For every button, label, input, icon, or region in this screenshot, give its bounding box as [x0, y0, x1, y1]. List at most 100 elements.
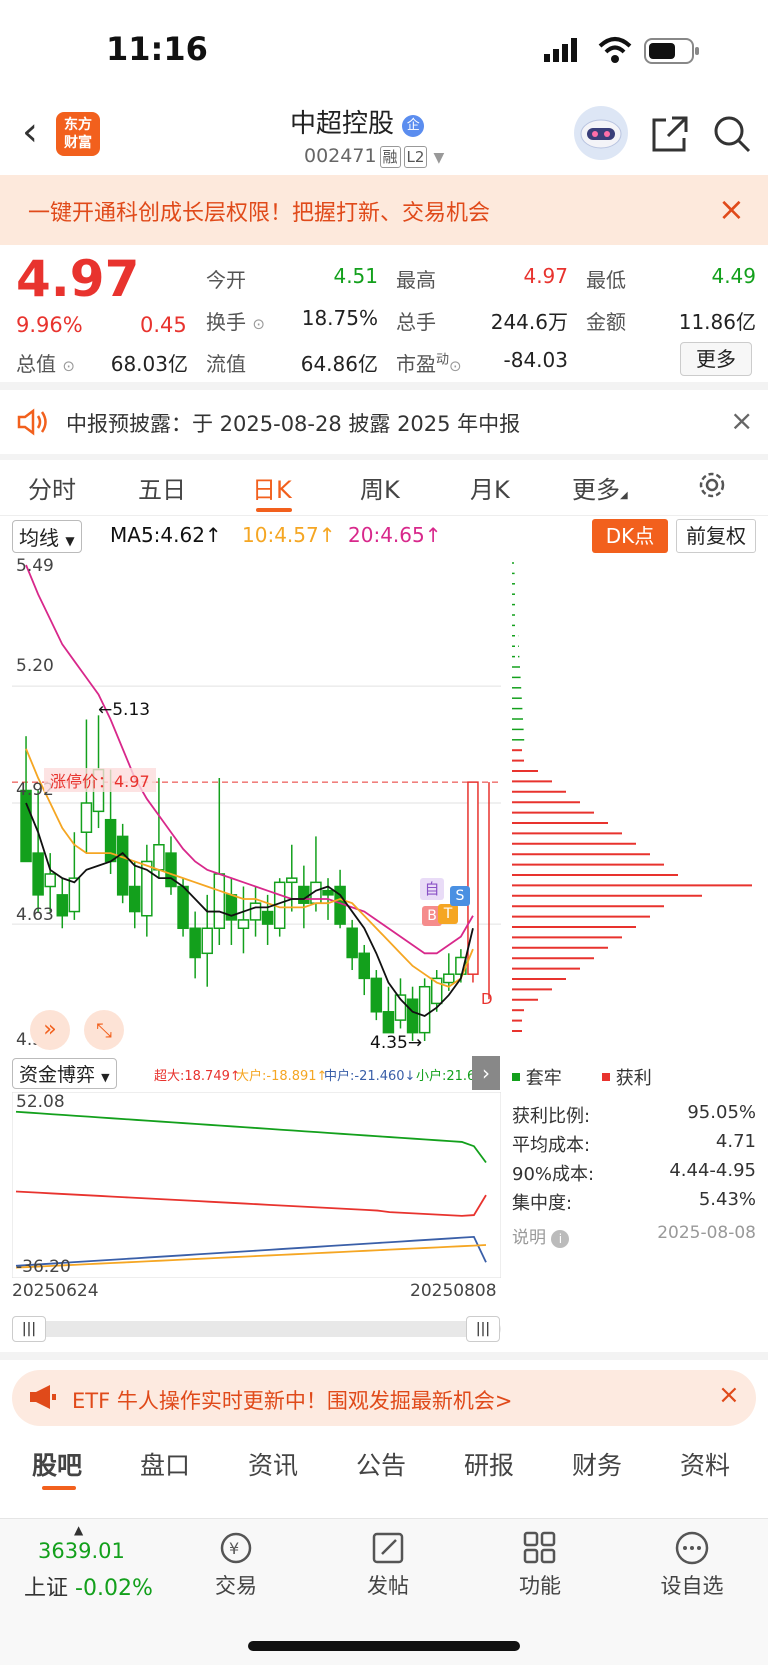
fund-selector[interactable]: 资金博弈 ▼: [12, 1058, 117, 1089]
dock-add-watchlist[interactable]: 设自选: [642, 1570, 742, 1600]
chip-note[interactable]: 说明 i: [512, 1223, 570, 1248]
value-high: 4.97: [523, 264, 568, 288]
tab-more-label: 更多: [572, 476, 620, 504]
robot-avatar-icon[interactable]: [574, 106, 628, 160]
signal-d: D: [481, 990, 493, 1008]
back-icon[interactable]: ‹: [22, 112, 52, 152]
candle-body: [44, 873, 56, 888]
tab-news[interactable]: 资讯: [248, 1446, 298, 1482]
chip-note-label: 说明: [512, 1228, 546, 1248]
label-total-cap-text: 总值: [16, 352, 56, 376]
label-pe: 市盈动⊙: [396, 348, 462, 377]
y-tick-4: 4.63: [16, 905, 54, 925]
search-icon[interactable]: [712, 114, 752, 154]
dk-point-button[interactable]: DK点: [592, 519, 668, 553]
dropdown-icon: ▼: [433, 150, 445, 166]
stock-name-text: 中超控股: [290, 109, 395, 139]
stat-concentration-label: 集中度:: [512, 1193, 573, 1214]
promo-close-icon[interactable]: ×: [718, 190, 745, 228]
signal-t[interactable]: T: [438, 904, 458, 924]
dock-trade[interactable]: 交易: [186, 1570, 286, 1600]
stat-avg-cost-label: 平均成本:: [512, 1135, 591, 1156]
range-handle-left[interactable]: |||: [12, 1316, 46, 1342]
start-date: 20250624: [12, 1281, 99, 1301]
settings-gear-icon[interactable]: [696, 469, 728, 501]
tab-profile[interactable]: 资料: [680, 1446, 730, 1482]
candle-body: [370, 977, 383, 1013]
etf-banner-text[interactable]: ETF 牛人操作实时更新中！围观发掘最新机会>: [72, 1385, 512, 1415]
app-logo[interactable]: 东方 财富: [56, 112, 100, 156]
limit-price-label: 涨停价：4.97: [44, 768, 156, 792]
notice-close-icon[interactable]: ×: [730, 404, 753, 437]
tab-forum[interactable]: 股吧: [32, 1446, 82, 1482]
ma10-value: 10:4.57↑: [242, 523, 336, 547]
candle-body: [32, 852, 44, 896]
index-line[interactable]: 上证 -0.02%: [24, 1570, 153, 1602]
tab-financials[interactable]: 财务: [572, 1446, 622, 1482]
stat-avg-cost-value: 4.71: [715, 1131, 756, 1152]
watchlist-icon[interactable]: [674, 1530, 710, 1566]
index-up-icon: ▲: [74, 1523, 84, 1537]
adjust-button[interactable]: 前复权: [676, 519, 756, 553]
signal-s[interactable]: S: [450, 886, 470, 906]
info-icon[interactable]: ⊙: [252, 315, 265, 333]
fund-bottom-value: -36.20: [16, 1257, 71, 1277]
candle-body: [249, 902, 262, 921]
tab-five-day[interactable]: 五日: [138, 470, 186, 505]
label-turnover-text: 换手: [206, 310, 246, 334]
caret-down-icon: ▼: [101, 1071, 110, 1084]
info-icon[interactable]: ⊙: [449, 357, 462, 375]
tab-announcements[interactable]: 公告: [356, 1446, 406, 1482]
divider: [0, 1352, 768, 1360]
profit-legend-label: 获利: [615, 1068, 652, 1089]
trade-icon[interactable]: ¥: [218, 1530, 254, 1566]
fund-small-line: [15, 1110, 487, 1164]
fullscreen-icon[interactable]: ⤡: [84, 1010, 124, 1050]
index-value[interactable]: 3639.01: [38, 1539, 125, 1563]
tab-daily-k[interactable]: 日K: [252, 470, 292, 505]
more-button[interactable]: 更多: [680, 342, 752, 376]
candle-body: [201, 927, 213, 955]
tab-more[interactable]: 更多◢: [572, 470, 628, 505]
share-icon[interactable]: [650, 114, 690, 154]
ma-selector[interactable]: 均线 ▼: [12, 520, 82, 553]
tab-weekly-k[interactable]: 周K: [360, 470, 400, 505]
tab-orderbook[interactable]: 盘口: [140, 1446, 190, 1482]
tab-intraday[interactable]: 分时: [28, 470, 76, 505]
caret-down-icon: ▼: [65, 534, 75, 548]
dock-post[interactable]: 发帖: [338, 1570, 438, 1600]
dock-functions[interactable]: 功能: [490, 1570, 590, 1600]
tab-reports[interactable]: 研报: [464, 1446, 514, 1482]
etf-close-icon[interactable]: ×: [718, 1380, 740, 1410]
info-icon[interactable]: ⊙: [62, 357, 75, 375]
signal-icon: [544, 38, 584, 62]
functions-icon[interactable]: [522, 1530, 558, 1566]
promo-text[interactable]: 一键开通科创成长层权限！把握打新、交易机会: [28, 195, 490, 227]
stat-90-cost-label: 90%成本:: [512, 1164, 595, 1185]
logo-line1: 东方: [64, 117, 92, 133]
tab-monthly-k[interactable]: 月K: [470, 470, 510, 505]
end-date: 20250808: [410, 1281, 497, 1301]
kline-chart[interactable]: [12, 553, 501, 1053]
value-turnover: 18.75%: [301, 306, 378, 330]
stock-code-line[interactable]: 002471 融 L2 ▼: [304, 145, 444, 168]
label-open: 今开: [206, 268, 246, 292]
range-handle-right[interactable]: |||: [466, 1316, 500, 1342]
signal-zi[interactable]: 自: [420, 878, 444, 900]
y-tick-2: 5.20: [16, 656, 54, 676]
stat-90-cost-value: 4.44-4.95: [669, 1160, 756, 1181]
label-float-cap: 流值: [206, 352, 246, 376]
index-pct: -0.02%: [75, 1576, 153, 1601]
range-slider[interactable]: [12, 1321, 501, 1337]
label-volume: 总手: [396, 310, 436, 334]
fund-large: 大户:-18.891↑: [236, 1069, 328, 1084]
stat-profit-ratio-value: 95.05%: [687, 1102, 756, 1123]
post-icon[interactable]: [370, 1530, 406, 1566]
stock-code: 002471: [304, 145, 377, 167]
fund-scroll-arrow-icon[interactable]: ›: [472, 1056, 500, 1090]
notice-text[interactable]: 中报预披露：于 2025-08-28 披露 2025 年中报: [66, 408, 520, 438]
fund-top-value: 52.08: [16, 1092, 65, 1112]
stat-profit-ratio-label: 获利比例:: [512, 1106, 591, 1127]
candle-body: [322, 889, 334, 896]
expand-icon[interactable]: »: [30, 1010, 70, 1050]
